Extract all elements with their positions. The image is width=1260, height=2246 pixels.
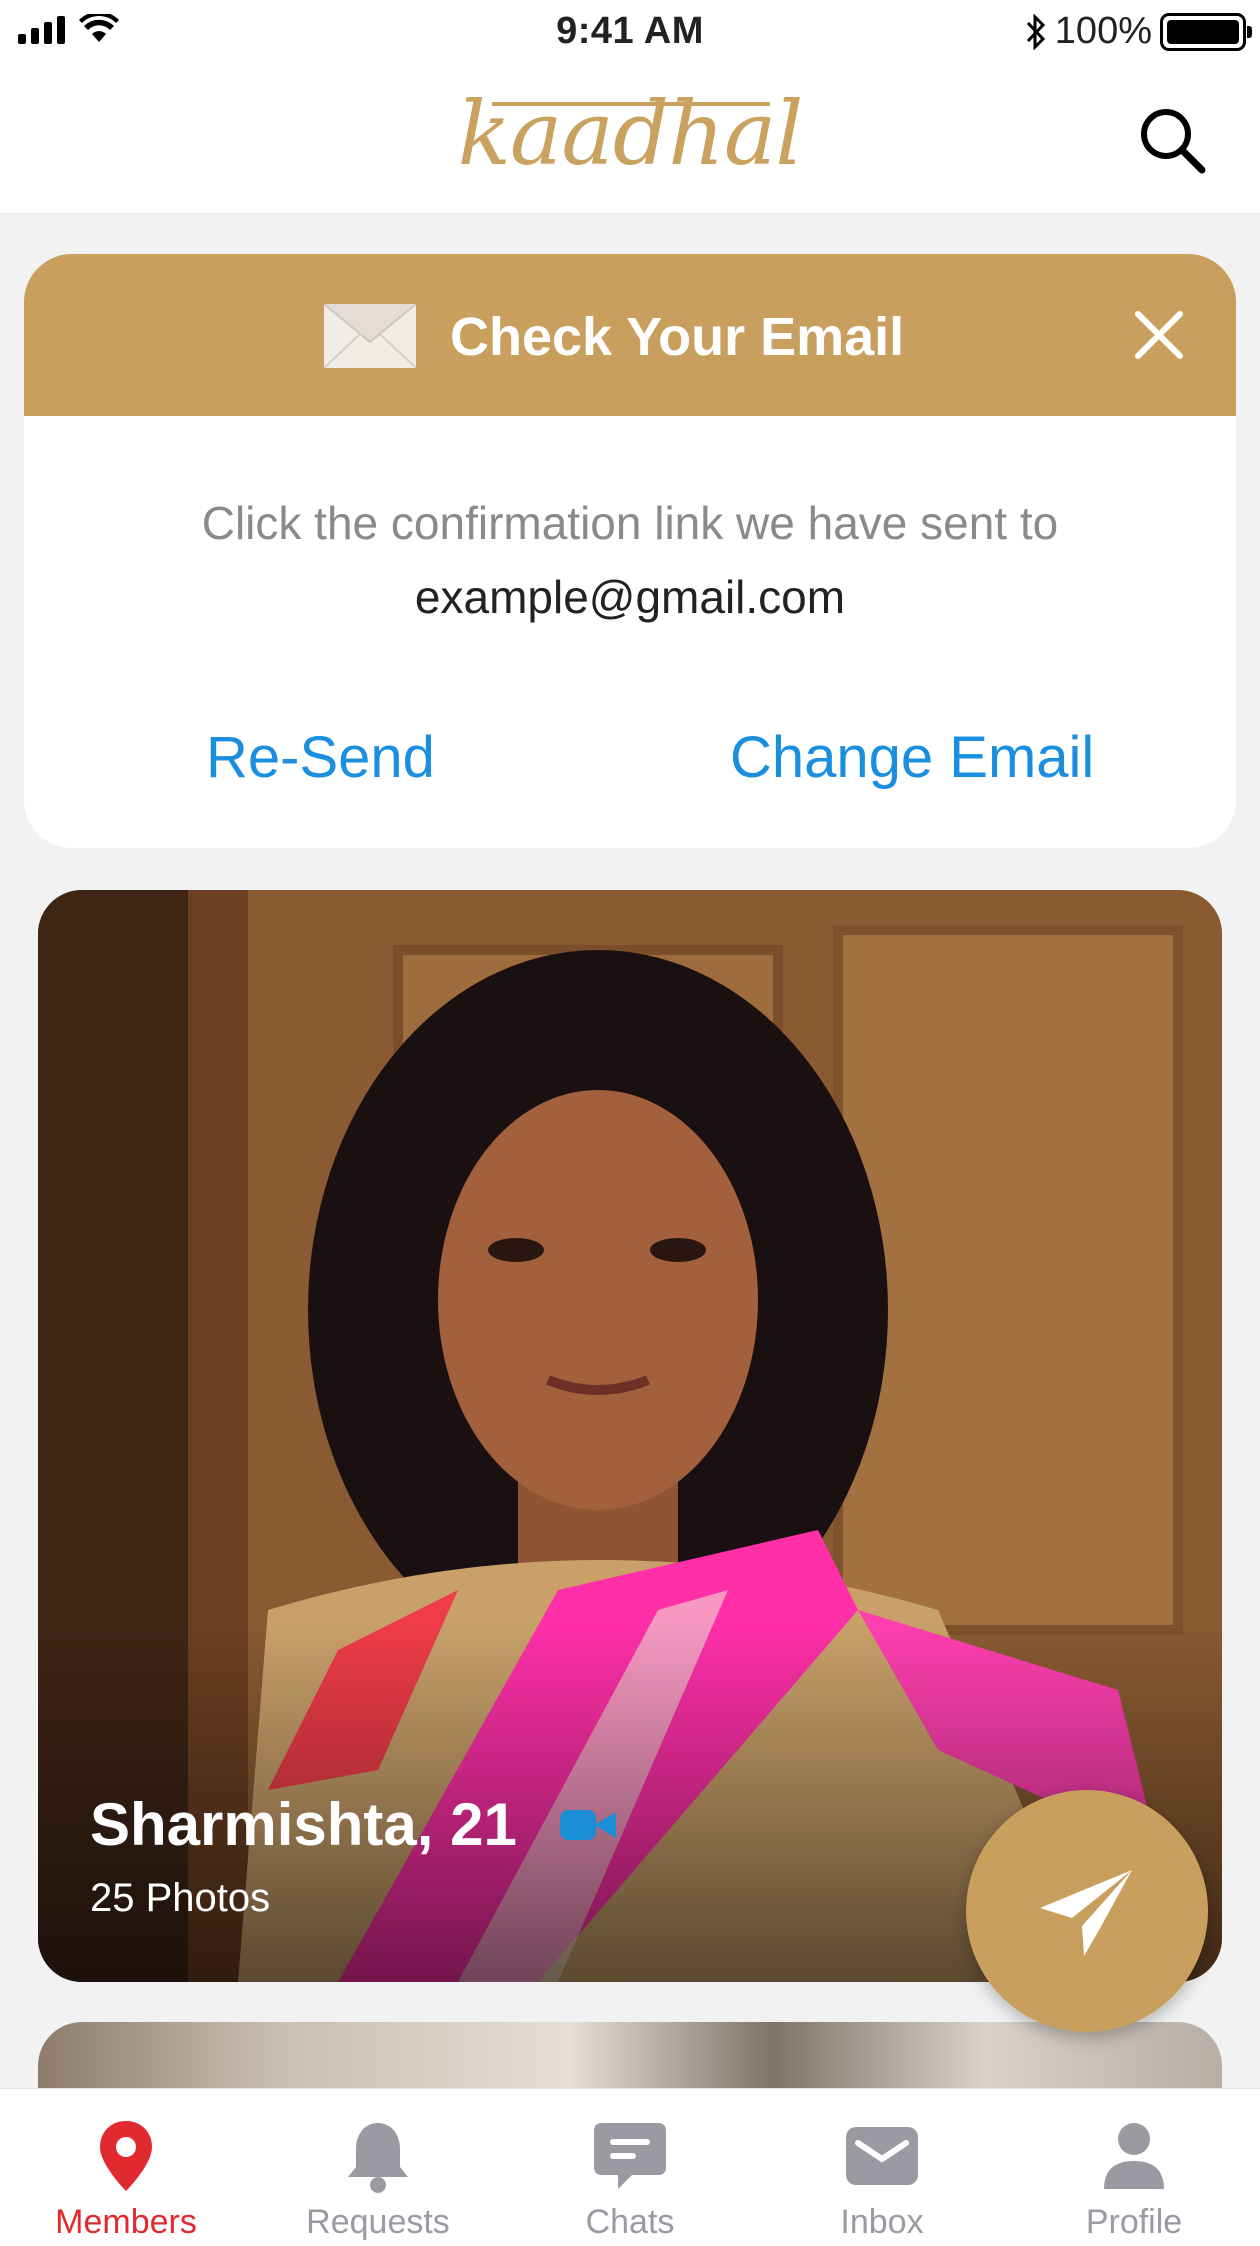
email-verification-card: Check Your Email Click the confirmation … <box>24 254 1236 848</box>
app-header: kaadhal <box>0 64 1260 214</box>
tab-members[interactable]: Members <box>0 2089 252 2246</box>
battery-icon <box>1160 12 1252 51</box>
email-actions: Re-Send Change Email <box>24 724 1236 804</box>
tab-chats-label: Chats <box>585 2203 675 2241</box>
send-request-button[interactable] <box>966 1790 1208 2032</box>
email-card-header: Check Your Email <box>24 254 1236 416</box>
tab-members-label: Members <box>55 2203 197 2241</box>
change-email-button[interactable]: Change Email <box>730 724 1094 791</box>
tab-profile-label: Profile <box>1085 2203 1183 2241</box>
bell-icon <box>348 2123 408 2193</box>
photo-count: 25 Photos <box>90 1876 271 1920</box>
resend-button[interactable]: Re-Send <box>206 724 435 791</box>
tab-requests[interactable]: Requests <box>252 2089 504 2246</box>
chat-bubble-icon <box>594 2123 666 2189</box>
status-right: 100% <box>1025 10 1252 53</box>
email-card-title: Check Your Email <box>450 307 905 367</box>
email-card-body: Click the confirmation link we have sent… <box>24 416 1236 634</box>
bluetooth-icon <box>1026 13 1045 50</box>
app-logo: kaadhal <box>457 82 804 185</box>
video-camera-icon <box>560 1810 616 1840</box>
close-icon[interactable] <box>1132 308 1186 362</box>
confirmation-message: Click the confirmation link we have sent… <box>201 497 1059 549</box>
tab-inbox-label: Inbox <box>840 2203 924 2241</box>
status-bar: 9:41 AM 100% <box>0 0 1260 64</box>
paper-plane-icon <box>1040 1870 1132 1956</box>
search-icon[interactable] <box>1136 104 1208 176</box>
bottom-navigation: Members Requests Chats Inbox Profile <box>0 2088 1260 2246</box>
location-pin-icon <box>100 2121 152 2191</box>
tab-chats[interactable]: Chats <box>504 2089 756 2246</box>
tab-profile[interactable]: Profile <box>1008 2089 1260 2246</box>
envelope-icon <box>846 2127 918 2185</box>
battery-percentage: 100% <box>1054 10 1152 52</box>
email-address: example@gmail.com <box>414 571 846 623</box>
tab-requests-label: Requests <box>306 2203 450 2241</box>
envelope-icon <box>324 304 416 368</box>
profile-name-age: Sharmishta, 21 <box>90 1791 517 1858</box>
person-icon <box>1104 2123 1164 2189</box>
tab-inbox[interactable]: Inbox <box>756 2089 1008 2246</box>
